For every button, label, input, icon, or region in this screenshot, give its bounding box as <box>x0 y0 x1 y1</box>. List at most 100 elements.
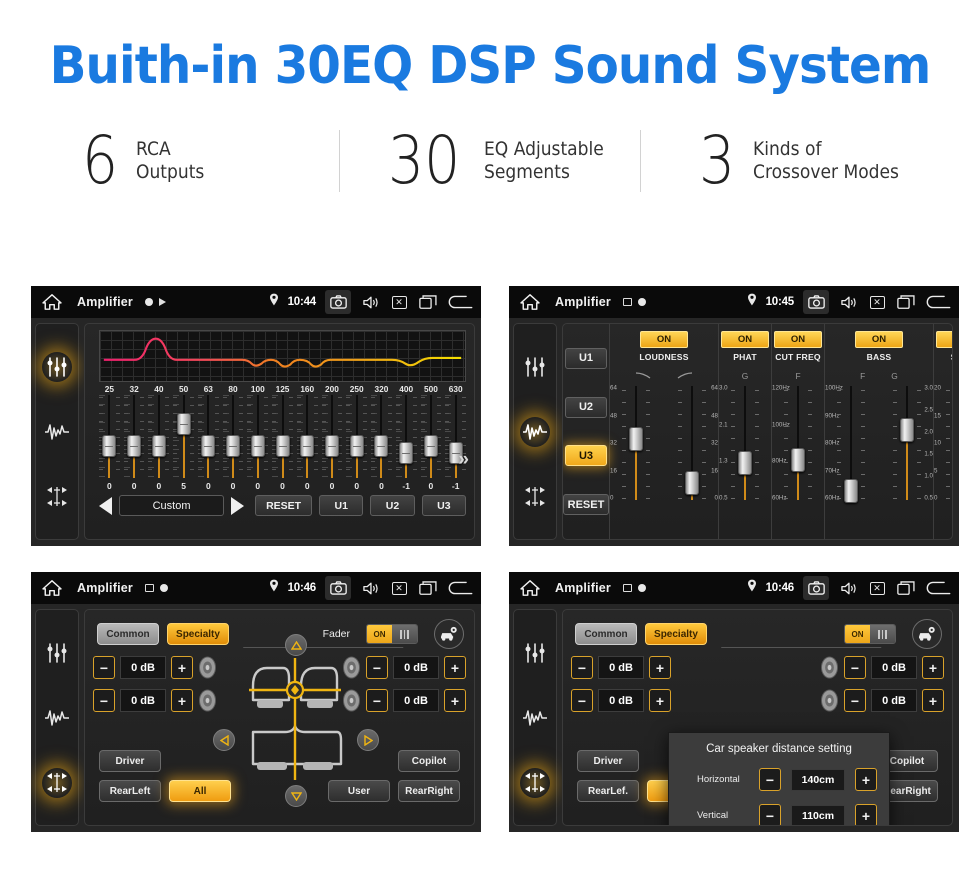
close-box-icon[interactable]: ✕ <box>867 578 887 598</box>
close-box-icon[interactable]: ✕ <box>389 578 409 598</box>
tab-common[interactable]: Common <box>575 623 637 645</box>
slider-track[interactable] <box>294 395 320 478</box>
seat-copilot-button[interactable]: Copilot <box>398 750 460 772</box>
section-on-button[interactable]: ON <box>721 331 769 348</box>
preset-u1-button[interactable]: U1 <box>319 495 364 516</box>
slider-track[interactable] <box>245 395 271 478</box>
home-icon[interactable] <box>41 293 63 311</box>
waveform-icon[interactable] <box>42 703 72 733</box>
slider-track[interactable] <box>344 395 370 478</box>
tab-common[interactable]: Common <box>97 623 159 645</box>
dialog-minus-button[interactable]: − <box>759 768 781 791</box>
seat-rearleft-button[interactable]: RearLeft <box>99 780 161 802</box>
dsp-slider[interactable]: 100Hz 90Hz 80Hz 70Hz 60Hz <box>825 384 877 503</box>
next-preset-button[interactable] <box>231 496 245 515</box>
gain-minus-button[interactable]: − <box>366 656 388 679</box>
gain-plus-button[interactable]: + <box>444 656 466 679</box>
back-arrow-icon[interactable] <box>447 578 473 598</box>
preset-u2-button[interactable]: U2 <box>565 396 607 418</box>
seat-rearleft-button[interactable]: RearLef. <box>577 780 639 802</box>
slider-track[interactable] <box>220 395 246 478</box>
slider-track[interactable] <box>270 395 295 478</box>
recents-icon[interactable] <box>418 292 438 312</box>
close-box-icon[interactable]: ✕ <box>389 292 409 312</box>
gain-plus-button[interactable]: + <box>171 656 193 679</box>
gain-minus-button[interactable]: − <box>93 656 115 679</box>
waveform-icon[interactable] <box>520 416 550 447</box>
eq-band-slider[interactable]: 0 <box>245 395 271 491</box>
nav-up-button[interactable] <box>285 634 307 656</box>
slider-knob[interactable] <box>900 418 914 442</box>
eq-band-slider[interactable]: 0 <box>195 395 221 491</box>
recents-icon[interactable] <box>896 578 916 598</box>
close-box-icon[interactable]: ✕ <box>867 292 887 312</box>
prev-preset-button[interactable] <box>99 496 112 515</box>
home-icon[interactable] <box>519 293 541 311</box>
equalizer-sliders-icon[interactable] <box>42 351 72 382</box>
home-icon[interactable] <box>519 579 541 597</box>
seat-user-button[interactable]: User <box>328 780 390 802</box>
gain-minus-button[interactable]: − <box>571 689 593 712</box>
section-on-button[interactable]: ON <box>640 331 688 348</box>
seat-all-button[interactable]: All <box>169 780 231 802</box>
gain-plus-button[interactable]: + <box>171 689 193 712</box>
recents-icon[interactable] <box>896 292 916 312</box>
gain-minus-button[interactable]: − <box>366 689 388 712</box>
preset-u1-button[interactable]: U1 <box>565 347 607 369</box>
section-on-button[interactable]: ON <box>855 331 903 348</box>
seat-driver-button[interactable]: Driver <box>577 750 639 772</box>
speaker-icon[interactable] <box>838 578 858 598</box>
nav-right-button[interactable] <box>357 729 379 751</box>
gain-plus-button[interactable]: + <box>444 689 466 712</box>
eq-band-slider[interactable]: 0 <box>270 395 295 491</box>
gain-minus-button[interactable]: − <box>844 656 866 679</box>
dsp-slider[interactable]: 64 48 32 16 0 <box>610 384 662 502</box>
tab-specialty[interactable]: Specialty <box>645 623 707 645</box>
gain-minus-button[interactable]: − <box>93 689 115 712</box>
camera-icon[interactable] <box>803 290 829 314</box>
slider-track[interactable] <box>171 395 196 478</box>
slider-knob[interactable] <box>738 451 752 475</box>
car-gear-icon[interactable] <box>912 619 942 649</box>
dsp-slider[interactable]: 3.0 2.5 2.0 1.5 1.0 0.5 <box>881 384 933 502</box>
preset-u3-button[interactable]: U3 <box>565 445 607 467</box>
slider-track[interactable] <box>195 395 221 478</box>
back-arrow-icon[interactable] <box>447 292 473 312</box>
eq-band-slider[interactable]: 5 <box>171 395 196 491</box>
slider-track[interactable] <box>121 395 147 478</box>
camera-icon[interactable] <box>803 576 829 600</box>
gain-plus-button[interactable]: + <box>649 656 671 679</box>
slider-knob[interactable] <box>685 470 699 495</box>
equalizer-sliders-icon[interactable] <box>520 352 550 382</box>
slider-knob[interactable] <box>844 478 858 503</box>
balance-arrows-icon[interactable] <box>520 767 550 798</box>
section-on-button[interactable]: ON <box>936 331 952 348</box>
seat-driver-button[interactable]: Driver <box>99 750 161 772</box>
back-arrow-icon[interactable] <box>925 578 951 598</box>
balance-arrows-icon[interactable] <box>42 767 72 798</box>
seat-rearright-button[interactable]: RearRight <box>398 780 460 802</box>
speaker-icon[interactable] <box>360 292 380 312</box>
slider-track[interactable] <box>393 395 419 478</box>
eq-band-slider[interactable]: -1 <box>443 395 469 491</box>
home-icon[interactable] <box>41 579 63 597</box>
dsp-slider[interactable]: 3.0 2.1 1.3 0.5 <box>719 384 771 502</box>
eq-band-slider[interactable]: 0 <box>294 395 320 491</box>
equalizer-sliders-icon[interactable] <box>520 638 550 668</box>
slider-track[interactable] <box>369 395 394 478</box>
speaker-icon[interactable] <box>838 292 858 312</box>
dsp-slider[interactable]: 64 48 32 16 0 <box>666 384 718 502</box>
gain-plus-button[interactable]: + <box>649 689 671 712</box>
waveform-icon[interactable] <box>42 417 72 447</box>
eq-band-slider[interactable]: 0 <box>146 395 172 491</box>
eq-band-slider[interactable]: 0 <box>220 395 246 491</box>
car-gear-icon[interactable] <box>434 619 464 649</box>
dialog-plus-button[interactable]: + <box>855 768 877 791</box>
reset-button[interactable]: RESET <box>255 495 313 516</box>
eq-band-slider[interactable]: 0 <box>97 395 122 491</box>
preset-u2-button[interactable]: U2 <box>370 495 415 516</box>
dsp-slider[interactable]: 20 15 10 5 0 <box>934 384 952 502</box>
dsp-slider[interactable]: 120Hz 100Hz 80Hz 60Hz <box>772 384 824 502</box>
camera-icon[interactable] <box>325 290 351 314</box>
eq-band-slider[interactable]: 0 <box>121 395 147 491</box>
